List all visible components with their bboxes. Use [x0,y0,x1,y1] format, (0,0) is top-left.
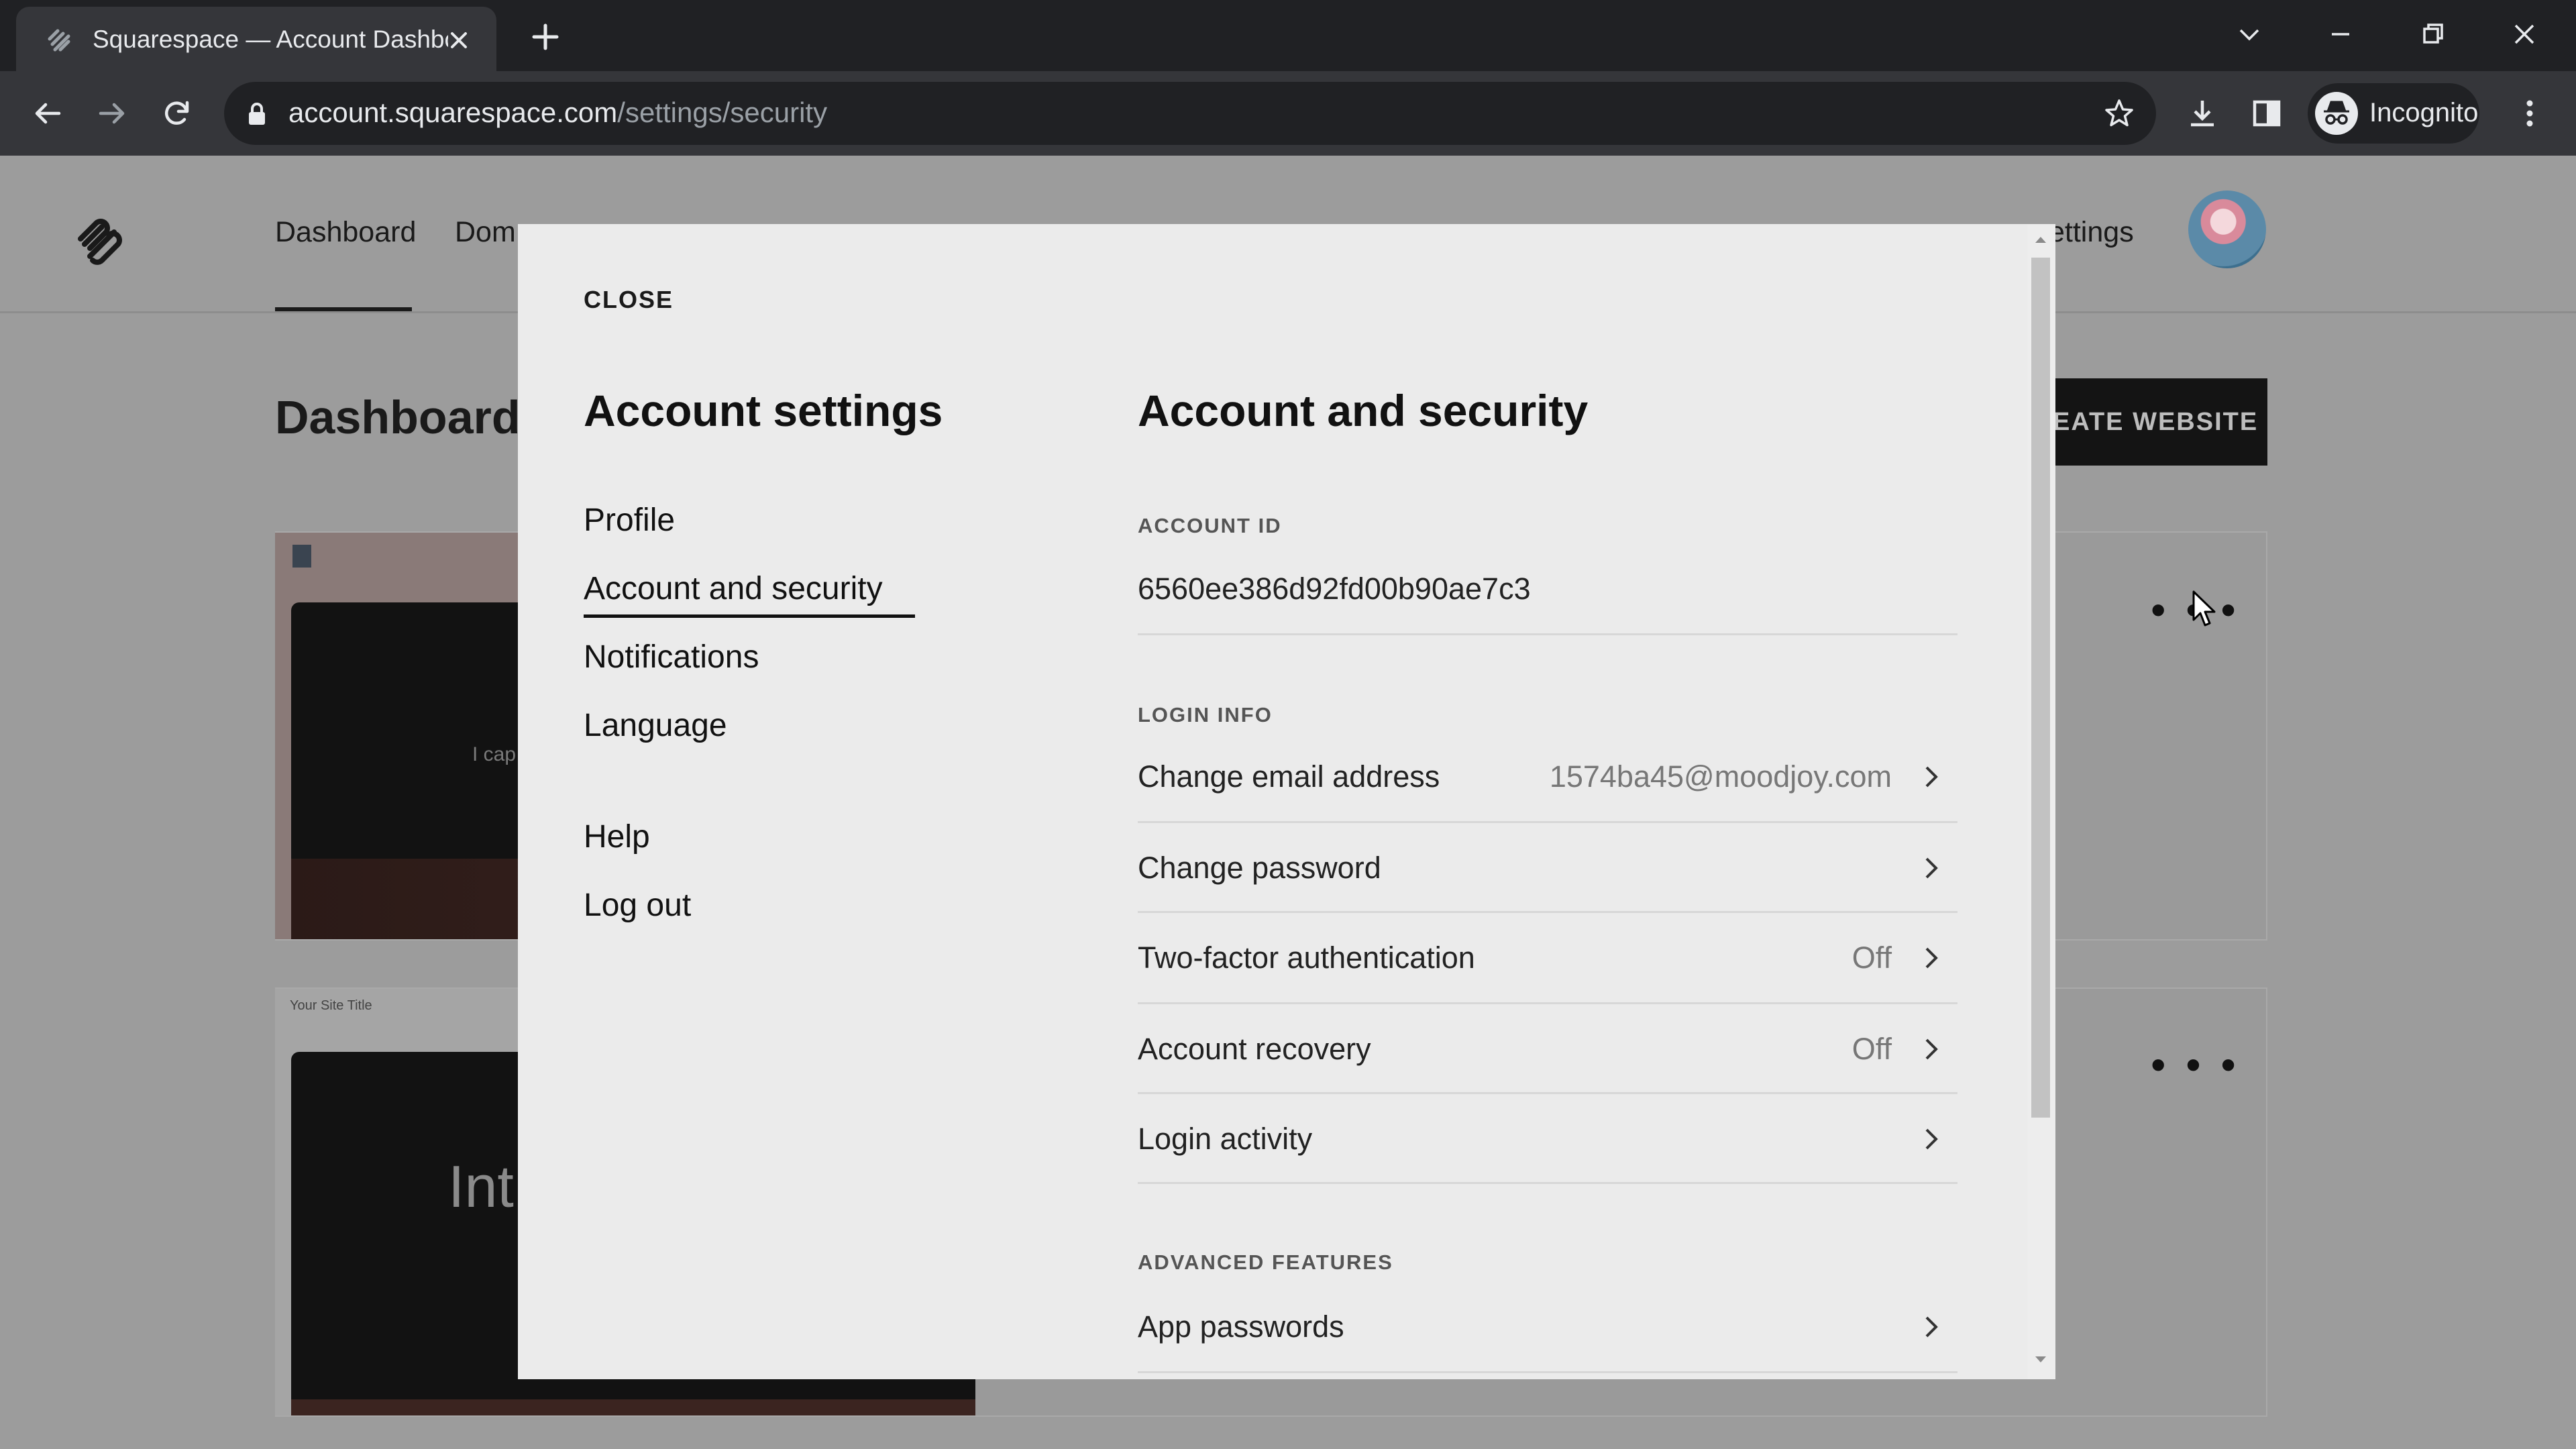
squarespace-favicon-icon [48,29,70,52]
tab-title: Squarespace — Account Dashboard [93,25,448,53]
menu-item-logout[interactable]: Log out [584,887,691,924]
change-email-label: Change email address [1138,759,1440,794]
browser-toolbar: account.squarespace.com/settings/securit… [0,71,2576,156]
site-favicon-thumbnail [292,545,311,568]
site-thumbnail-text: Int [448,1153,514,1220]
account-recovery-row[interactable]: Account recovery Off [1138,1004,1957,1093]
section-title: Account and security [1138,386,1589,435]
create-website-button[interactable]: EATE WEBSITE [2039,378,2267,466]
minimize-icon[interactable] [2325,19,2356,50]
menu-item-profile[interactable]: Profile [584,502,675,539]
advanced-features-label: ADVANCED FEATURES [1138,1250,1393,1274]
account-id-value: 6560ee386d92fd00b90ae7c3 [1138,572,1531,606]
two-factor-label: Two-factor authentication [1138,941,1475,975]
divider [1138,1371,1957,1373]
divider [1138,1182,1957,1184]
incognito-icon [2315,92,2358,135]
incognito-label: Incognito [2369,98,2479,127]
lock-icon[interactable] [247,102,267,126]
chevron-right-icon [1925,1128,1938,1150]
side-panel-icon[interactable] [2249,95,2285,131]
chevron-right-icon [1925,947,1938,969]
site-more-menu-button[interactable]: • • • [2151,1040,2240,1089]
close-button[interactable]: CLOSE [584,286,674,314]
app-passwords-label: App passwords [1138,1309,1344,1344]
menu-item-notifications[interactable]: Notifications [584,639,759,676]
browser-tab[interactable]: Squarespace — Account Dashboard [16,7,496,71]
account-id-label: ACCOUNT ID [1138,514,1282,537]
site-thumbnail-title: Your Site Title [290,998,372,1013]
nav-settings[interactable]: ettings [2049,216,2134,249]
address-bar[interactable]: account.squarespace.com/settings/securit… [224,82,2156,145]
browser-tab-strip: Squarespace — Account Dashboard [0,0,2576,71]
account-recovery-label: Account recovery [1138,1032,1371,1066]
scroll-down-arrow-icon[interactable] [2034,1355,2047,1364]
menu-item-language[interactable]: Language [584,707,727,744]
login-info-label: LOGIN INFO [1138,703,1273,727]
squarespace-logo-icon[interactable] [67,209,131,274]
url-path: /settings/security [617,97,828,128]
page-title: Dashboard [275,391,521,443]
restore-icon[interactable] [2418,19,2449,50]
chevron-right-icon [1925,1038,1938,1060]
chevron-right-icon [1925,1316,1938,1338]
site-thumbnail-text: I cap [472,743,517,765]
bookmark-star-icon[interactable] [2102,97,2136,130]
chevron-right-icon [1925,857,1938,879]
change-email-row[interactable]: Change email address 1574ba45@moodjoy.co… [1138,731,1957,821]
thumbnail-floor [291,1399,975,1415]
back-arrow-icon[interactable] [31,97,64,130]
tab-search-chevron-icon[interactable] [2234,19,2265,50]
mouse-cursor-icon [2192,590,2216,627]
menu-item-help[interactable]: Help [584,818,650,855]
download-icon[interactable] [2184,95,2220,131]
window-close-icon[interactable] [2509,19,2540,50]
email-value: 1574ba45@moodjoy.com [1549,759,1892,794]
menu-item-account-security[interactable]: Account and security [584,570,883,607]
url-text: account.squarespace.com/settings/securit… [288,97,827,129]
forward-arrow-icon[interactable] [95,97,129,130]
incognito-profile-button[interactable]: Incognito [2308,83,2479,144]
chevron-right-icon [1925,766,1938,788]
browser-menu-kebab-icon[interactable] [2512,95,2548,131]
avatar[interactable] [2188,191,2266,268]
change-password-row[interactable]: Change password [1138,822,1957,912]
nav-dashboard[interactable]: Dashboard [275,216,416,249]
active-menu-indicator [584,614,915,618]
settings-title: Account settings [584,386,943,435]
tab-close-icon[interactable] [445,27,472,54]
login-activity-label: Login activity [1138,1122,1313,1156]
change-password-label: Change password [1138,851,1381,885]
scrollbar-thumb[interactable] [2031,258,2050,1118]
new-tab-plus-icon[interactable] [529,20,562,54]
two-factor-row[interactable]: Two-factor authentication Off [1138,912,1957,1002]
modal-scrollbar[interactable] [2027,224,2055,1379]
two-factor-status: Off [1851,941,1892,975]
login-activity-row[interactable]: Login activity [1138,1093,1957,1183]
account-recovery-status: Off [1851,1032,1892,1066]
account-settings-modal: CLOSE Account settings Profile Account a… [518,224,2055,1379]
nav-domains[interactable]: Dom [455,216,516,249]
app-passwords-row[interactable]: App passwords [1138,1281,1957,1371]
url-host: account.squarespace.com [288,97,618,128]
reload-icon[interactable] [160,97,193,130]
scroll-up-arrow-icon[interactable] [2034,235,2047,244]
divider [1138,633,1957,635]
